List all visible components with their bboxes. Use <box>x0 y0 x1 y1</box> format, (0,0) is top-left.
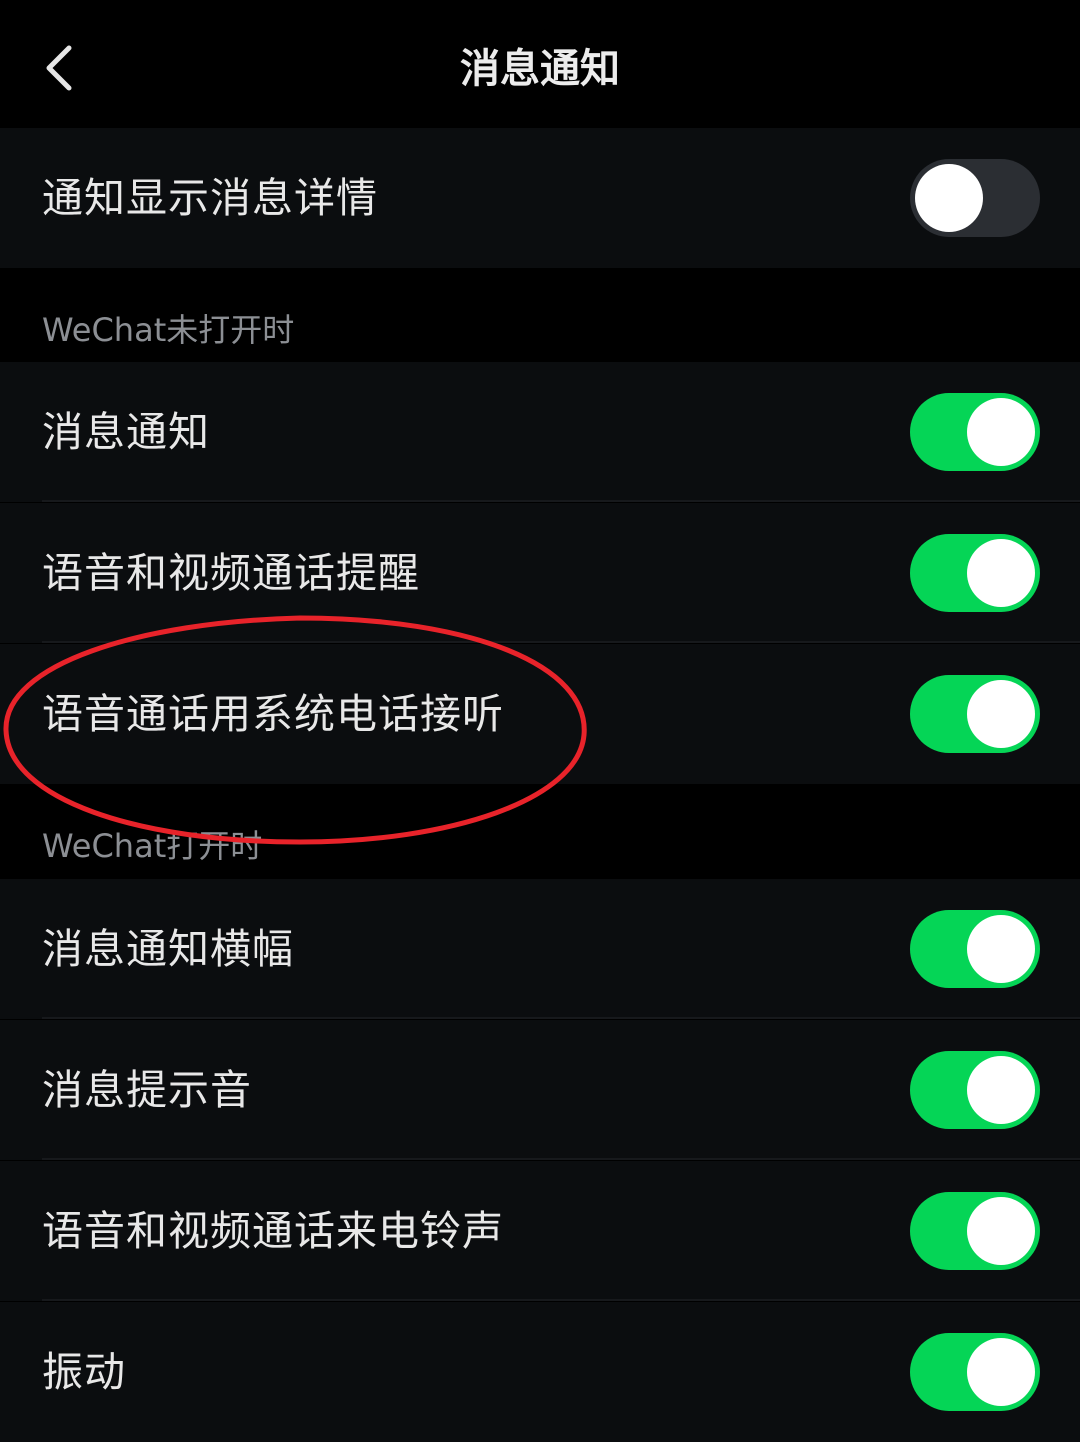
setting-row-show-details: 通知显示消息详情 <box>0 128 1080 268</box>
section-header-closed: WeChat未打开时 <box>0 268 1080 362</box>
setting-row-vibration: 振动 <box>0 1302 1080 1442</box>
setting-label: 语音通话用系统电话接听 <box>42 690 504 738</box>
section-header-open: WeChat打开时 <box>0 784 1080 878</box>
message-notification-toggle[interactable] <box>910 393 1040 471</box>
setting-label: 振动 <box>42 1348 126 1396</box>
page-title: 消息通知 <box>460 46 620 92</box>
section-title: WeChat打开时 <box>42 827 263 865</box>
toggle-knob <box>967 1338 1035 1406</box>
setting-row-call-reminder: 语音和视频通话提醒 <box>0 503 1080 643</box>
row-divider <box>42 1017 1080 1019</box>
toggle-knob <box>915 164 983 232</box>
message-sound-toggle[interactable] <box>910 1051 1040 1129</box>
setting-label: 消息提示音 <box>42 1066 252 1114</box>
row-divider <box>42 1299 1080 1301</box>
setting-row-message-sound: 消息提示音 <box>0 1020 1080 1160</box>
toggle-knob <box>967 1056 1035 1124</box>
system-call-answer-toggle[interactable] <box>910 675 1040 753</box>
toggle-knob <box>967 680 1035 748</box>
setting-label: 语音和视频通话来电铃声 <box>42 1207 504 1255</box>
call-ringtone-toggle[interactable] <box>910 1192 1040 1270</box>
setting-label: 通知显示消息详情 <box>42 174 378 222</box>
section-title: WeChat未打开时 <box>42 311 295 349</box>
show-details-toggle[interactable] <box>910 159 1040 237</box>
toggle-knob <box>967 915 1035 983</box>
toggle-knob <box>967 1197 1035 1265</box>
toggle-knob <box>967 398 1035 466</box>
setting-label: 消息通知横幅 <box>42 925 294 973</box>
row-divider <box>42 641 1080 643</box>
row-divider <box>42 1158 1080 1160</box>
toggle-knob <box>967 539 1035 607</box>
notification-banner-toggle[interactable] <box>910 910 1040 988</box>
setting-row-call-ringtone: 语音和视频通话来电铃声 <box>0 1161 1080 1301</box>
setting-row-system-call-answer: 语音通话用系统电话接听 <box>0 644 1080 784</box>
row-divider <box>42 500 1080 502</box>
setting-label: 消息通知 <box>42 408 210 456</box>
setting-row-notification-banner: 消息通知横幅 <box>0 879 1080 1019</box>
setting-label: 语音和视频通话提醒 <box>42 549 420 597</box>
call-reminder-toggle[interactable] <box>910 534 1040 612</box>
vibration-toggle[interactable] <box>910 1333 1040 1411</box>
nav-bar: 消息通知 <box>0 0 1080 126</box>
setting-row-message-notification: 消息通知 <box>0 362 1080 502</box>
